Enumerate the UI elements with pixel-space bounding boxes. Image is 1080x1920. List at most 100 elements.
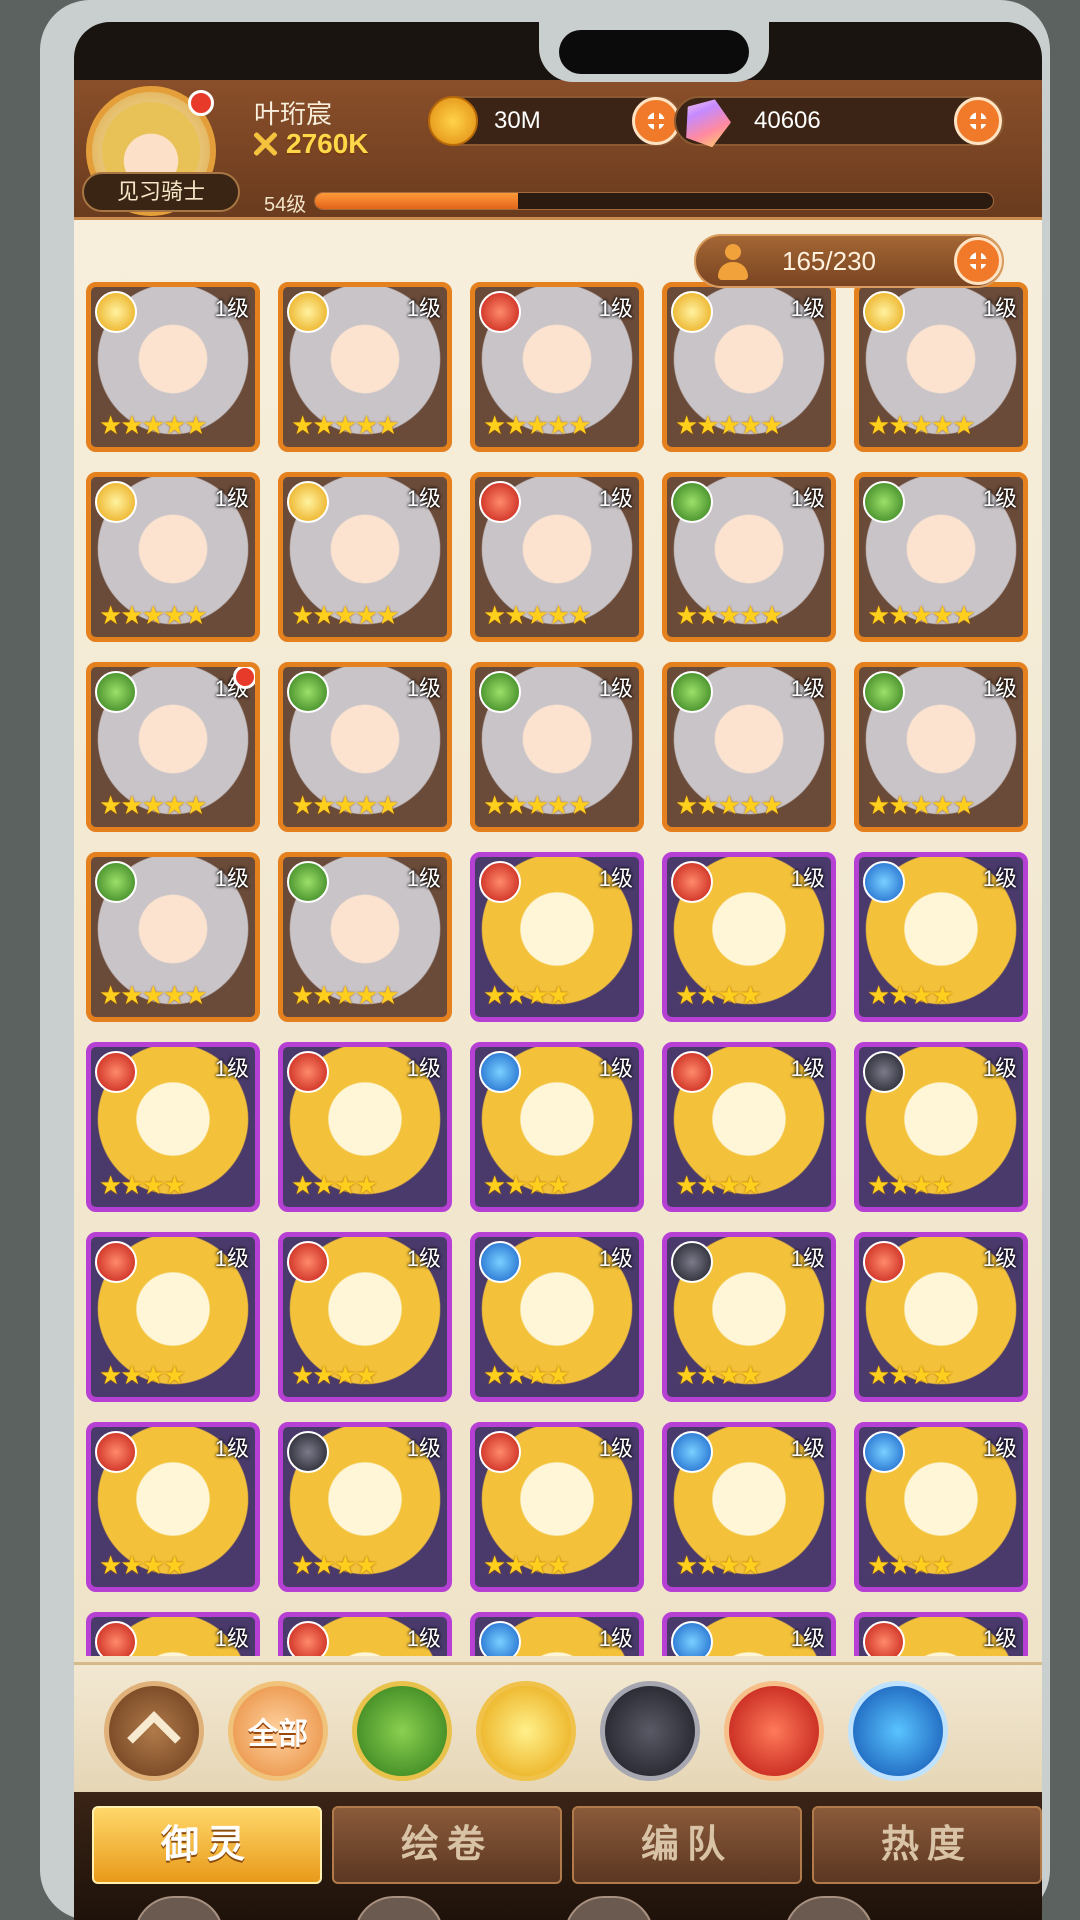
card-level: 1级: [982, 1436, 1017, 1461]
character-card[interactable]: 1级 ★★★★★: [662, 282, 836, 452]
character-card[interactable]: 1级 ★★★★★: [854, 282, 1028, 452]
character-card[interactable]: 1级: [662, 1612, 836, 1656]
filter-gold-button[interactable]: [476, 1681, 576, 1781]
card-level: 1级: [598, 1246, 633, 1271]
character-card[interactable]: 1级 ★★★★: [470, 1422, 644, 1592]
element-gold-icon: [287, 481, 329, 523]
character-card[interactable]: 1级 ★★★★★: [854, 472, 1028, 642]
character-card[interactable]: 1级 ★★★★★: [854, 662, 1028, 832]
card-level: 1级: [406, 866, 441, 891]
character-card[interactable]: 1级 ★★★★: [854, 1422, 1028, 1592]
character-card[interactable]: 1级 ★★★★: [278, 1042, 452, 1212]
card-level: 1级: [982, 1056, 1017, 1081]
expand-roster-button[interactable]: [954, 237, 1002, 285]
character-card[interactable]: 1级 ★★★★: [470, 1042, 644, 1212]
element-red-icon: [287, 1241, 329, 1283]
element-blue-icon: [479, 1621, 521, 1656]
element-red-icon: [95, 1241, 137, 1283]
element-red-icon: [95, 1431, 137, 1473]
star-rating: ★★★★: [483, 1550, 570, 1580]
card-notification-dot: [233, 667, 255, 689]
star-rating: ★★★★: [483, 1170, 570, 1200]
star-rating: ★★★★: [291, 1360, 378, 1390]
card-level: 1级: [406, 1626, 441, 1651]
tab-4[interactable]: 热度: [812, 1806, 1042, 1884]
star-rating: ★★★★: [867, 1550, 954, 1580]
card-level: 1级: [790, 866, 825, 891]
character-grid[interactable]: 1级 ★★★★★ 1级 ★★★★★ 1级 ★★★★★ 1级 ★★★★★ 1级 ★★★★★ 1级 ★★★…: [86, 282, 1034, 1656]
tab-1[interactable]: 御灵: [92, 1806, 322, 1884]
tab-2[interactable]: 绘卷: [332, 1806, 562, 1884]
character-card[interactable]: 1级: [86, 1612, 260, 1656]
card-level: 1级: [982, 676, 1017, 701]
element-blue-icon: [479, 1051, 521, 1093]
element-dark-icon: [863, 1051, 905, 1093]
character-card[interactable]: 1级 ★★★★: [854, 1232, 1028, 1402]
tab-3[interactable]: 编队: [572, 1806, 802, 1884]
character-card[interactable]: 1级 ★★★★: [86, 1042, 260, 1212]
add-gems-button[interactable]: [954, 97, 1002, 145]
character-card[interactable]: 1级 ★★★★: [86, 1422, 260, 1592]
character-card[interactable]: 1级 ★★★★★: [278, 662, 452, 832]
character-card[interactable]: 1级: [278, 1612, 452, 1656]
star-rating: ★★★★★: [675, 410, 784, 440]
element-red-icon: [479, 291, 521, 333]
element-blue-icon: [479, 1241, 521, 1283]
nav-icon-3[interactable]: [564, 1896, 654, 1920]
character-card[interactable]: 1级 ★★★★: [662, 1232, 836, 1402]
gold-amount: 30M: [494, 107, 541, 134]
card-level: 1级: [982, 486, 1017, 511]
character-card[interactable]: 1级 ★★★★: [662, 1042, 836, 1212]
star-rating: ★★★★★: [291, 410, 400, 440]
character-card[interactable]: 1级: [470, 1612, 644, 1656]
character-card[interactable]: 1级 ★★★★★: [662, 662, 836, 832]
element-red-icon: [863, 1621, 905, 1656]
character-card[interactable]: 1级: [854, 1612, 1028, 1656]
character-card[interactable]: 1级 ★★★★★: [86, 472, 260, 642]
character-grid-area: 1级 ★★★★★ 1级 ★★★★★ 1级 ★★★★★ 1级 ★★★★★ 1级 ★★★★★ 1级 ★★★…: [74, 220, 1042, 1662]
gem-currency: 40606: [674, 96, 1004, 146]
filter-collapse-button[interactable]: [104, 1681, 204, 1781]
star-rating: ★★★★: [675, 1550, 762, 1580]
filter-green-button[interactable]: [352, 1681, 452, 1781]
character-card[interactable]: 1级 ★★★★: [86, 1232, 260, 1402]
character-card[interactable]: 1级 ★★★★★: [86, 282, 260, 452]
filter-all-button[interactable]: 全部: [228, 1681, 328, 1781]
add-gold-button[interactable]: [632, 97, 680, 145]
character-card[interactable]: 1级 ★★★★★: [470, 472, 644, 642]
card-level: 1级: [790, 1626, 825, 1651]
element-green-icon: [671, 481, 713, 523]
xp-progress-bar: [314, 192, 994, 210]
character-card[interactable]: 1级 ★★★★★: [662, 472, 836, 642]
character-card[interactable]: 1级 ★★★★★: [278, 472, 452, 642]
character-card[interactable]: 1级 ★★★★: [662, 852, 836, 1022]
nav-icon-2[interactable]: [354, 1896, 444, 1920]
card-level: 1级: [790, 1056, 825, 1081]
card-level: 1级: [790, 676, 825, 701]
character-card[interactable]: 1级 ★★★★: [854, 1042, 1028, 1212]
filter-dark-button[interactable]: [600, 1681, 700, 1781]
character-card[interactable]: 1级 ★★★★★: [470, 282, 644, 452]
character-card[interactable]: 1级 ★★★★: [854, 852, 1028, 1022]
character-card[interactable]: 1级 ★★★★★: [86, 852, 260, 1022]
character-card[interactable]: 1级 ★★★★★: [278, 852, 452, 1022]
avatar-notification-dot: [188, 90, 214, 116]
character-card[interactable]: 1级 ★★★★: [278, 1422, 452, 1592]
nav-icon-1[interactable]: [134, 1896, 224, 1920]
filter-red-button[interactable]: [724, 1681, 824, 1781]
star-rating: ★★★★★: [99, 790, 208, 820]
character-card[interactable]: 1级 ★★★★: [470, 852, 644, 1022]
star-rating: ★★★★★: [867, 410, 976, 440]
character-card[interactable]: 1级 ★★★★★: [278, 282, 452, 452]
character-card[interactable]: 1级 ★★★★: [470, 1232, 644, 1402]
nav-icon-4[interactable]: [784, 1896, 874, 1920]
character-card[interactable]: 1级 ★★★★: [662, 1422, 836, 1592]
star-rating: ★★★★: [867, 1170, 954, 1200]
character-card[interactable]: 1级 ★★★★★: [470, 662, 644, 832]
character-card[interactable]: 1级 ★★★★: [278, 1232, 452, 1402]
filter-blue-button[interactable]: [848, 1681, 948, 1781]
star-rating: ★★★★: [291, 1550, 378, 1580]
star-rating: ★★★★★: [675, 600, 784, 630]
character-card[interactable]: 1级 ★★★★★: [86, 662, 260, 832]
card-level: 1级: [598, 486, 633, 511]
